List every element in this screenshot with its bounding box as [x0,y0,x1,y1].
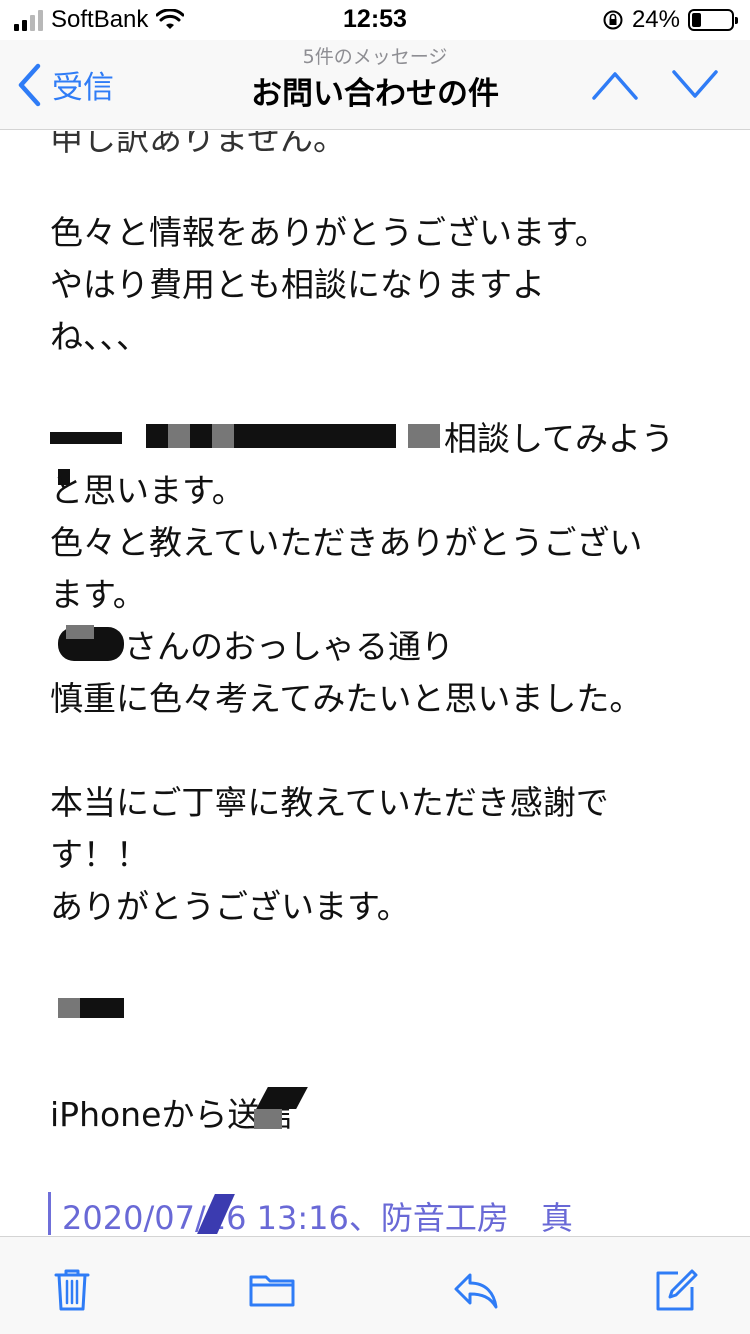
up-chevron-icon[interactable] [590,68,640,102]
battery-fill [692,13,702,27]
status-right: 24% [602,6,738,34]
message-line: さんのおっしゃる通り [124,627,454,666]
trash-button[interactable] [48,1265,96,1313]
redaction-block [256,1087,308,1109]
bottom-toolbar [0,1236,750,1334]
trash-icon [54,1269,90,1311]
status-bar: SoftBank 12:53 24% [0,0,750,40]
quoted-header: 2020/07/16 13:16、防音工房 真 [62,1199,573,1235]
message-line: と思います。 [50,471,245,510]
move-to-folder-button[interactable] [248,1265,296,1313]
battery-percent: 24% [631,6,680,33]
message-line: 本当にご丁寧に教えていただき感謝で [50,783,609,822]
battery-icon [688,9,738,31]
message-line: 色々と情報をありがとうございます。 [50,213,608,252]
redaction-block [408,424,440,448]
message-line: 色々と教えていただきありがとうござい [50,523,643,562]
orientation-lock-icon [603,10,623,30]
redaction-block [168,424,190,448]
down-chevron-icon[interactable] [670,68,720,102]
folder-icon [249,1275,295,1307]
message-line: ね、、、 [50,317,149,356]
compose-icon [656,1269,698,1311]
message-count: 5件のメッセージ [302,46,448,68]
message-line: 相談してみよう [444,419,675,458]
redaction-block [66,625,94,639]
message-line: ありがとうございます。 [50,887,410,926]
reply-icon [454,1273,498,1309]
message-line: 慎重に色々考えてみたいと思いました。 [50,679,643,718]
compose-button[interactable] [652,1265,700,1313]
redaction-block [58,998,80,1018]
reply-button[interactable] [452,1265,500,1313]
quote-bar [48,1192,51,1235]
message-line: 申し訳ありません。 [50,131,347,158]
message-line: す！！ [50,835,149,874]
message-body[interactable]: 申し訳ありません。 色々と情報をありがとうございます。 やはり費用とも相談になり… [0,131,750,1235]
message-line: やはり費用とも相談になりますよ [50,265,545,304]
navigation-bar: 受信 5件のメッセージ お問い合わせの件 [0,40,750,130]
redaction-block [254,1109,282,1129]
redaction-block [80,998,124,1018]
redaction-block [50,432,122,444]
message-line: ます。 [50,575,146,614]
redaction-block [212,424,234,448]
